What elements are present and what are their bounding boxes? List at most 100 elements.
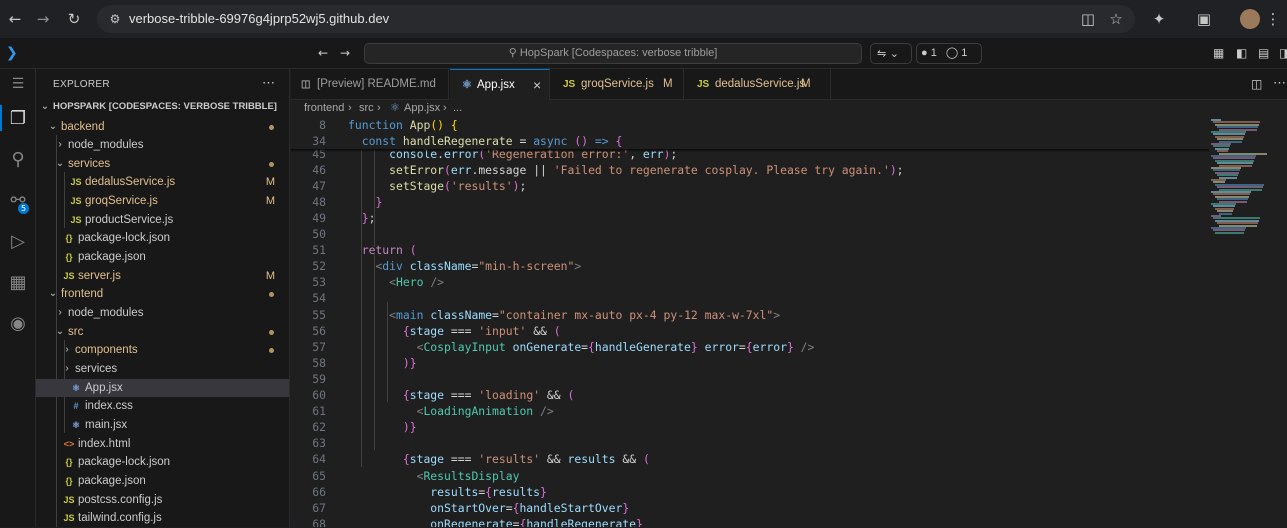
forward-arrow-icon[interactable]: →	[32, 8, 54, 30]
tree-item[interactable]: › node_modules	[36, 304, 289, 323]
tab-groq-service[interactable]: JS groqService.js M	[551, 69, 684, 100]
indent-guide	[387, 302, 388, 402]
install-app-icon[interactable]: ◫	[1077, 8, 1099, 30]
chevron-down-icon: ⌄	[55, 325, 65, 337]
tree-item[interactable]: ⚛ main.jsx	[36, 416, 289, 435]
vscode-logo-icon[interactable]: ❯	[6, 45, 22, 61]
tree-item[interactable]: ⌄ services	[36, 155, 289, 174]
chevron-down-icon: ⌄	[48, 120, 58, 132]
tab-app-jsx[interactable]: ⚛ App.jsx ×	[450, 69, 550, 100]
chevron-right-icon: ›	[58, 307, 62, 318]
tree-item-label: frontend	[61, 288, 104, 301]
react-icon: ⚛	[462, 79, 472, 91]
tree-item[interactable]: ⚛ App.jsx	[36, 378, 289, 398]
side-panel-icon[interactable]: ▣	[1193, 8, 1215, 30]
tree-item[interactable]: › services	[36, 360, 289, 379]
profile-avatar[interactable]	[1240, 9, 1260, 29]
source-control-icon[interactable]: ⚯	[0, 183, 36, 219]
explorer-files-icon[interactable]: ❐	[0, 101, 36, 137]
react-icon: ⚛	[390, 102, 400, 114]
sticky-scroll[interactable]: 8 function App() { 34 const handleRegene…	[291, 117, 1209, 149]
breadcrumb-separator: ›	[443, 102, 447, 114]
modified-badge: M	[801, 78, 811, 90]
breadcrumb-frontend[interactable]: frontend	[304, 100, 344, 117]
extensions-icon[interactable]: ▦	[0, 265, 36, 301]
tab-readme-preview[interactable]: ◫ [Preview] README.md	[291, 69, 449, 100]
active-indicator	[0, 105, 2, 131]
tree-item[interactable]: # index.css	[36, 397, 289, 416]
tree-item[interactable]: JS groqService.js M	[36, 192, 289, 211]
editor-more-icon[interactable]: ⋯	[1273, 75, 1286, 91]
toggle-secondary-sidebar-icon[interactable]: ◨	[1279, 45, 1287, 61]
menu-icon[interactable]: ☰	[0, 66, 36, 102]
tree-item[interactable]: ⌄ backend	[36, 118, 289, 137]
tree-item[interactable]: ⌄ src	[36, 323, 289, 342]
more-actions-icon[interactable]: ⋯	[262, 75, 275, 91]
close-icon[interactable]: ×	[533, 70, 541, 101]
status-indicators[interactable]: ● 1 ◯ 1	[916, 43, 982, 64]
code-editor[interactable]: 8 function App() { 34 const handleRegene…	[291, 117, 1287, 527]
line-number: 59	[312, 371, 326, 386]
minimap[interactable]	[1208, 117, 1278, 527]
tree-item[interactable]: JS dedalusService.js M	[36, 173, 289, 192]
nav-forward-icon[interactable]: →	[340, 45, 350, 61]
tree-item[interactable]: {} package.json	[36, 472, 289, 491]
code-line: {stage === 'input' && (	[402, 323, 561, 338]
tree-item[interactable]: JS productService.js	[36, 211, 289, 230]
customize-layout-icon[interactable]: ▦	[1213, 45, 1224, 61]
breadcrumb-src[interactable]: src	[359, 100, 374, 117]
modified-dot	[269, 161, 274, 167]
sticky-line: function App() {	[348, 118, 458, 132]
breadcrumb-symbol[interactable]: ...	[453, 100, 462, 117]
back-arrow-icon[interactable]: ←	[4, 8, 26, 30]
tree-item[interactable]: JS postcss.config.js	[36, 491, 289, 510]
tree-item[interactable]: JS tailwind.config.js	[36, 509, 289, 528]
breadcrumb-file[interactable]: App.jsx	[404, 100, 440, 117]
modified-dot	[269, 348, 274, 354]
copilot-button[interactable]: ⇋ ⌄	[870, 43, 912, 64]
tree-item-label: postcss.config.js	[78, 493, 163, 506]
bookmark-star-icon[interactable]: ☆	[1105, 8, 1127, 30]
tree-item[interactable]: › node_modules	[36, 136, 289, 155]
code-line: )}	[402, 355, 417, 370]
line-number: 48	[312, 194, 326, 209]
tree-item-label: package-lock.json	[78, 456, 171, 469]
tree-item[interactable]: JS server.js M	[36, 267, 289, 286]
line-number: 66	[312, 484, 326, 499]
nav-back-icon[interactable]: ←	[318, 45, 328, 61]
browser-menu-icon[interactable]: ⋮	[1262, 8, 1284, 30]
tree-item[interactable]: › components	[36, 341, 289, 360]
code-line: {stage === 'loading' && (	[402, 388, 575, 402]
tree-item[interactable]: {} package-lock.json	[36, 229, 289, 248]
tree-item[interactable]: <> index.html	[36, 435, 289, 454]
js-file-icon: JS	[697, 79, 710, 90]
line-number: 54	[312, 291, 326, 306]
toggle-sidebar-icon[interactable]: ◧	[1236, 45, 1247, 61]
github-icon[interactable]: ◉	[0, 306, 36, 342]
toggle-panel-icon[interactable]: ▤	[1258, 45, 1269, 61]
command-center[interactable]: ⚲ HopSpark [Codespaces: verbose tribble]	[364, 43, 862, 64]
reload-icon[interactable]: ↻	[63, 8, 85, 30]
address-bar[interactable]: ⚙ verbose-tribble-69976g4jprp52wj5.githu…	[97, 5, 1135, 33]
tree-item[interactable]: {} package.json	[36, 248, 289, 267]
json-file-icon: {}	[65, 457, 73, 468]
site-info-icon[interactable]: ⚙	[105, 8, 125, 30]
line-number: 52	[312, 259, 326, 274]
tree-item[interactable]: ⌄ frontend	[36, 285, 289, 304]
breadcrumb-separator: ›	[377, 102, 381, 114]
search-icon[interactable]: ⚲	[0, 142, 36, 178]
tree-item-label: server.js	[78, 269, 121, 282]
workspace-root[interactable]: ⌄ HOPSPARK [CODESPACES: VERBOSE TRIBBLE]	[36, 98, 289, 117]
split-editor-icon[interactable]: ◫	[1251, 77, 1262, 91]
chevron-right-icon: ›	[65, 344, 69, 356]
run-debug-icon[interactable]: ▷	[0, 224, 36, 260]
tab-dedalus-service[interactable]: JS dedalusService.js M	[685, 69, 831, 100]
code-line: onStartOver={handleStartOver}	[430, 500, 630, 515]
line-number: 60	[312, 388, 326, 402]
code-line: results={results}	[430, 484, 547, 499]
tree-item[interactable]: {} package-lock.json	[36, 453, 289, 472]
extensions-icon[interactable]: ✦	[1148, 8, 1170, 30]
activity-bar: ☰ ❐ ⚲ ⚯ 5 ▷ ▦ ◉	[0, 69, 36, 527]
tree-item-label: package-lock.json	[78, 232, 171, 245]
address-url[interactable]: verbose-tribble-69976g4jprp52wj5.github.…	[129, 11, 389, 26]
